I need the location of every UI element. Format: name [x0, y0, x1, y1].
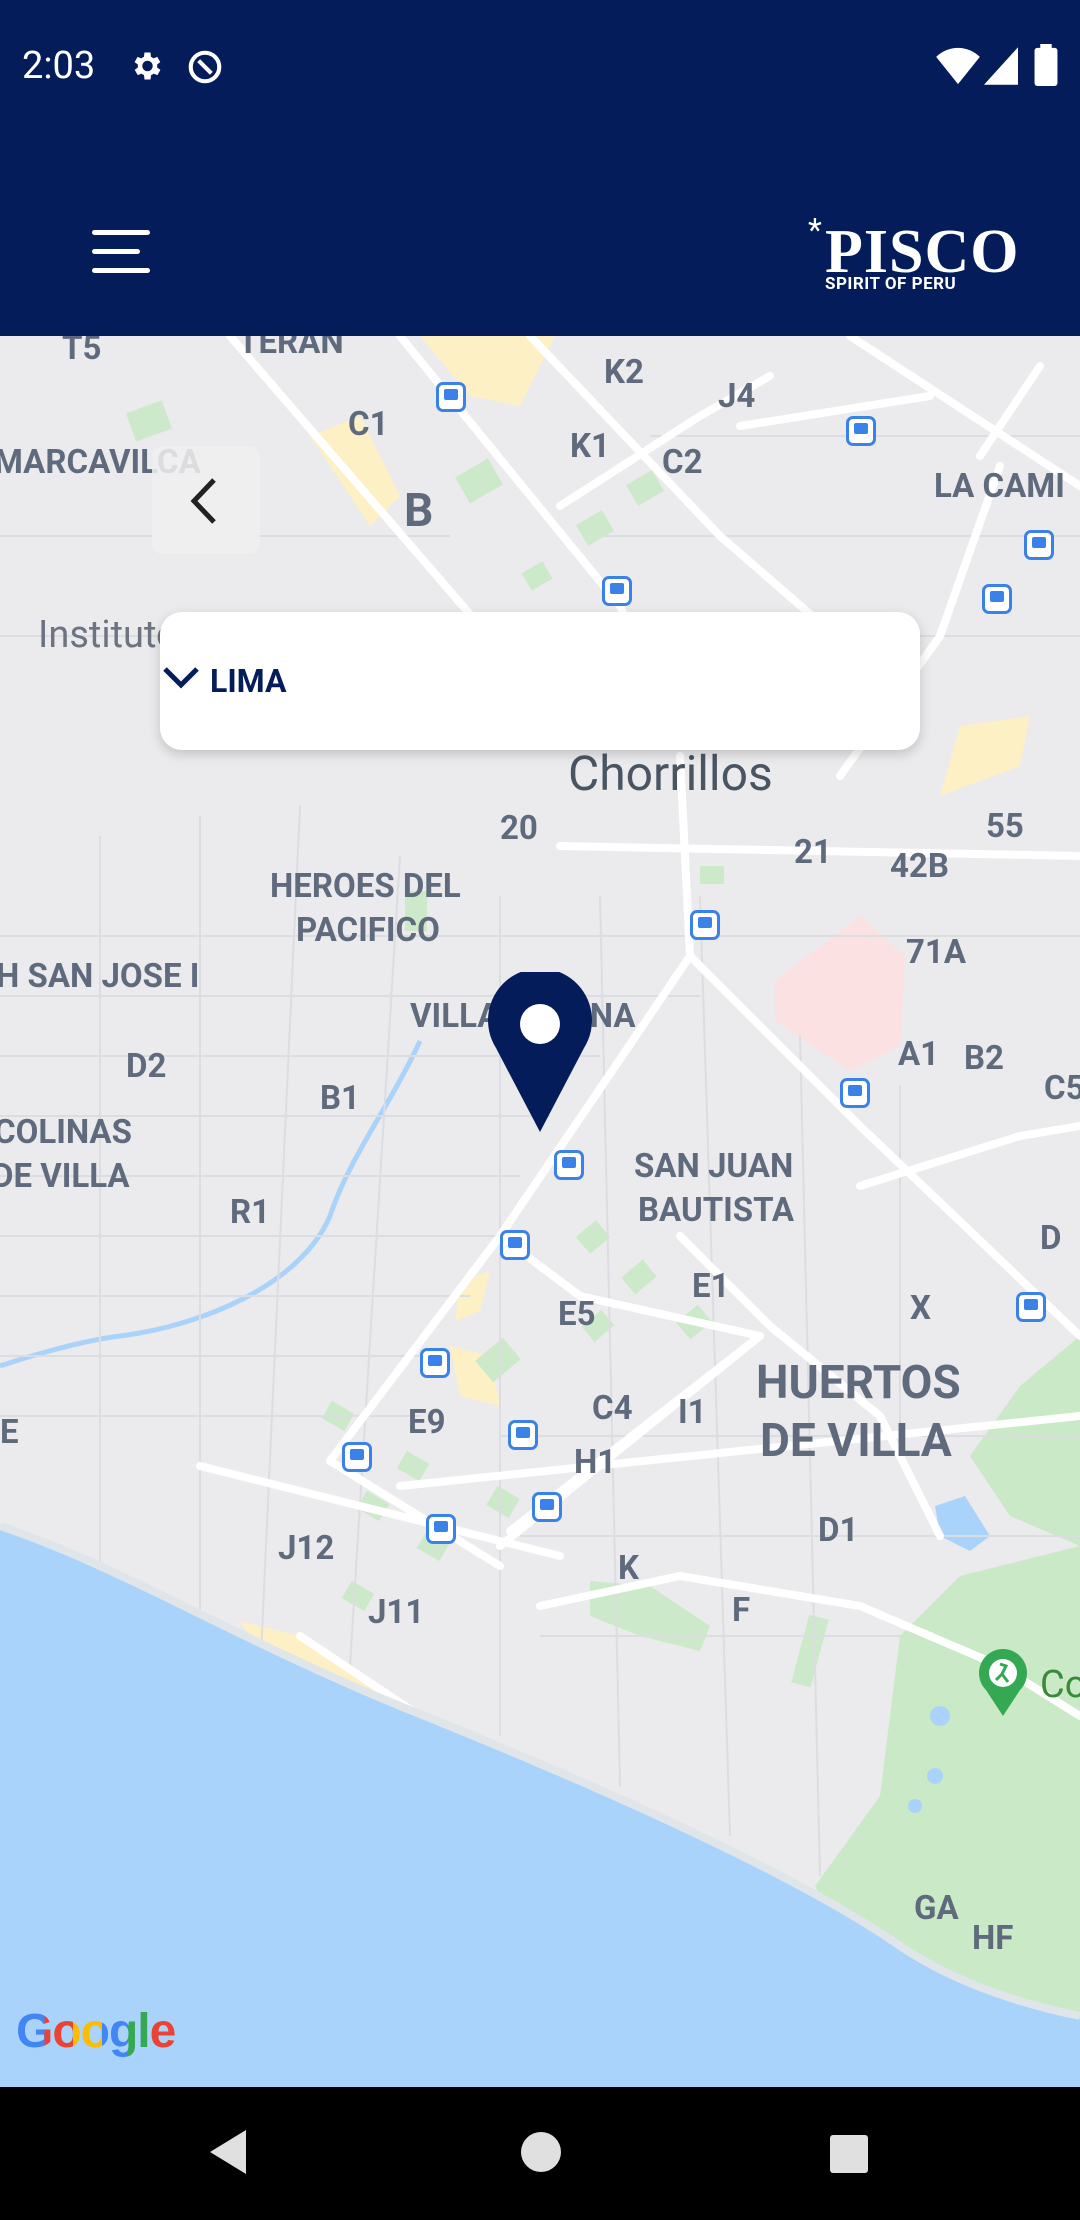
- chevron-left-icon: [190, 478, 216, 524]
- battery-icon: [1034, 44, 1058, 90]
- bus-stop-icon[interactable]: [602, 576, 632, 606]
- map-label: Instituto: [38, 613, 178, 657]
- status-bar: 2:03: [0, 0, 1080, 135]
- map-label: DE VILLA: [760, 1414, 952, 1468]
- wifi-icon: [936, 46, 980, 90]
- app-header: * PISCO SPIRIT OF PERU: [0, 135, 1080, 336]
- map-label: X: [910, 1289, 931, 1328]
- map-label: HF: [972, 1919, 1014, 1958]
- map-label: J4: [718, 377, 756, 416]
- settings-icon: [128, 48, 164, 88]
- bus-stop-icon[interactable]: [420, 1348, 450, 1378]
- map-label: J12: [278, 1529, 335, 1568]
- nav-back-icon[interactable]: [206, 2127, 250, 2177]
- map-label: 42B: [890, 847, 949, 886]
- map-label: E5: [558, 1295, 596, 1334]
- map-label: E9: [408, 1403, 446, 1442]
- nav-home-icon[interactable]: [520, 2131, 562, 2173]
- map-label: T5: [62, 336, 102, 368]
- pisco-logo: * PISCO SPIRIT OF PERU: [805, 211, 1018, 301]
- bus-stop-icon[interactable]: [342, 1442, 372, 1472]
- map-label: TERAN: [238, 336, 344, 362]
- map-label: BAUTISTA: [638, 1191, 795, 1230]
- map-label: D1: [818, 1511, 859, 1550]
- map-label: Co: [1040, 1663, 1080, 1707]
- map-label: 55: [986, 807, 1024, 846]
- map-label: 20: [500, 809, 538, 848]
- map-label: LA CAMI: [934, 467, 1065, 506]
- map-label: C2: [662, 443, 703, 482]
- nav-recents-icon[interactable]: [828, 2133, 870, 2175]
- map-label: D: [1040, 1219, 1062, 1258]
- bus-stop-icon[interactable]: [508, 1420, 538, 1450]
- map-label: C4: [592, 1389, 633, 1428]
- city-select-value: LIMA: [210, 662, 287, 700]
- map-label: I1: [678, 1393, 707, 1432]
- map-view[interactable]: T5 TERAN K2 J4 C1 K1 C2 MARCAVILCA B LA …: [0, 336, 1080, 2087]
- map-label: B1: [320, 1079, 360, 1118]
- map-label: SAN JUAN: [634, 1147, 794, 1186]
- logo-star: *: [808, 211, 822, 249]
- signal-icon: [984, 46, 1018, 90]
- bus-stop-icon[interactable]: [532, 1492, 562, 1522]
- bus-stop-icon[interactable]: [690, 910, 720, 940]
- sync-icon: [186, 48, 224, 90]
- logo-subtitle: SPIRIT OF PERU: [825, 274, 957, 294]
- map-label: A1: [898, 1035, 940, 1074]
- map-label: B2: [964, 1039, 1004, 1078]
- map-label: J11: [368, 1593, 425, 1632]
- map-label: 71A: [906, 933, 967, 972]
- map-label: DE VILLA: [0, 1157, 130, 1196]
- menu-icon[interactable]: [92, 230, 150, 274]
- map-label: K2: [604, 353, 644, 392]
- bus-stop-icon[interactable]: [840, 1078, 870, 1108]
- park-marker-icon[interactable]: [978, 1648, 1028, 1716]
- map-label: B: [404, 484, 434, 538]
- map-label: K: [618, 1549, 639, 1588]
- google-logo-text: Google: [16, 2005, 176, 2058]
- map-label: H SAN JOSE I: [0, 957, 200, 996]
- map-label: Chorrillos: [568, 745, 773, 802]
- map-label: D2: [126, 1047, 167, 1086]
- status-time: 2:03: [22, 44, 96, 88]
- bus-stop-icon[interactable]: [846, 416, 876, 446]
- map-label: GA: [914, 1889, 959, 1928]
- map-label: E1: [692, 1267, 730, 1306]
- map-label: F: [732, 1591, 751, 1630]
- city-select[interactable]: LIMA: [160, 612, 920, 750]
- map-label: PACIFICO: [296, 911, 440, 950]
- chevron-down-icon: [163, 667, 199, 689]
- bus-stop-icon[interactable]: [554, 1150, 584, 1180]
- map-label: H1: [574, 1443, 617, 1482]
- bus-stop-icon[interactable]: [500, 1230, 530, 1260]
- map-label: HUERTOS: [756, 1356, 961, 1410]
- bus-stop-icon[interactable]: [426, 1514, 456, 1544]
- map-label: COLINAS: [0, 1113, 132, 1152]
- bus-stop-icon[interactable]: [1016, 1292, 1046, 1322]
- map-label: K1: [570, 427, 610, 466]
- map-label: C1: [348, 405, 389, 444]
- bus-stop-icon[interactable]: [1024, 530, 1054, 560]
- map-base: [0, 336, 1080, 2087]
- system-nav-bar: [0, 2087, 1080, 2220]
- bus-stop-icon[interactable]: [436, 382, 466, 412]
- map-label: E: [0, 1413, 19, 1452]
- map-label: C5: [1044, 1069, 1080, 1108]
- back-button[interactable]: [152, 446, 260, 554]
- map-label: 21: [794, 833, 832, 872]
- bus-stop-icon[interactable]: [982, 584, 1012, 614]
- map-label: HEROES DEL: [270, 867, 461, 906]
- map-label: R1: [230, 1193, 271, 1232]
- google-attribution: Google: [16, 2004, 176, 2059]
